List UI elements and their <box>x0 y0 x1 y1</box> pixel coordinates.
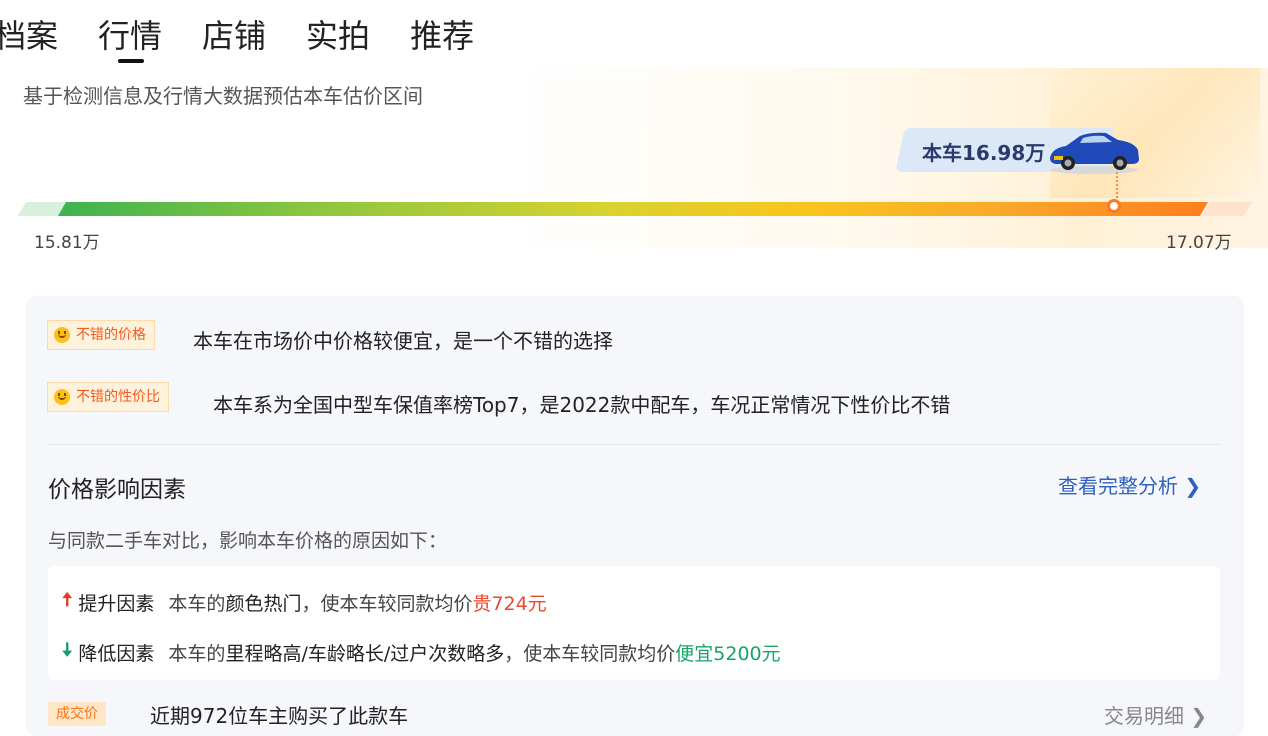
factor-down-name: 降低因素 <box>78 642 155 665</box>
factor-row-up: 🠅 提升因素 本车的 颜色热门 ，使本车较同款均价 贵724元 <box>62 586 547 618</box>
range-min-label: 15.81万 <box>34 233 100 253</box>
good-price-text: 本车在市场价中价格较便宜，是一个不错的选择 <box>193 329 613 353</box>
price-marker-line <box>1116 172 1118 202</box>
tab-photos[interactable]: 实拍 <box>306 14 370 58</box>
transaction-detail-link[interactable]: 交易明细 ❯ <box>1104 700 1207 729</box>
tab-archive[interactable]: 档案 <box>0 14 58 58</box>
current-price-label: 本车16.98万 <box>922 141 1046 165</box>
factor-up-name: 提升因素 <box>78 592 155 615</box>
factor-down-delta: 便宜5200元 <box>675 642 781 665</box>
factor-down-text2: ，使本车较同款均价 <box>504 642 676 665</box>
factor-up-reason: 颜色热门 <box>225 592 302 615</box>
range-bar-right-edge <box>1201 202 1253 216</box>
transaction-row[interactable]: 成交价 近期972位车主购买了此款车 交易明细 ❯ <box>48 700 1220 728</box>
price-factors-description: 与同款二手车对比，影响本车价格的原因如下： <box>48 530 448 552</box>
arrow-up-icon: 🠅 <box>62 589 73 611</box>
good-value-text: 本车系为全国中型车保值率榜Top7，是2022款中配车，车况正常情况下性价比不错 <box>213 393 951 417</box>
price-factors-title: 价格影响因素 <box>48 477 186 503</box>
estimate-subtitle: 基于检测信息及行情大数据预估本车估价区间 <box>23 84 423 108</box>
good-value-tag: 不错的性价比 <box>47 382 169 412</box>
view-full-analysis-link[interactable]: 查看完整分析 ❯ <box>1058 470 1201 499</box>
smile-icon <box>54 327 70 343</box>
good-price-tag-label: 不错的价格 <box>76 327 146 343</box>
factor-row-down: 🠇 降低因素 本车的 里程略高/车龄略长/过户次数略多 ，使本车较同款均价 便宜… <box>62 636 781 668</box>
deal-summary-text: 近期972位车主购买了此款车 <box>150 704 409 728</box>
tab-bar: 档案 行情 店铺 实拍 推荐 <box>0 14 514 63</box>
car-thumbnail-icon <box>1050 132 1139 174</box>
deal-price-tag: 成交价 <box>48 702 106 726</box>
factor-up-text2: ，使本车较同款均价 <box>301 592 473 615</box>
factor-down-text: 本车的 <box>168 642 226 665</box>
price-range-bar <box>57 202 1209 216</box>
arrow-down-icon: 🠇 <box>62 639 73 661</box>
range-max-label: 17.07万 <box>1166 233 1232 253</box>
factor-up-text: 本车的 <box>168 592 226 615</box>
smile-icon <box>54 389 70 405</box>
good-price-tag: 不错的价格 <box>47 320 155 350</box>
good-value-tag-label: 不错的性价比 <box>76 389 160 405</box>
tab-market[interactable]: 行情 <box>98 14 162 63</box>
factor-down-reason: 里程略高/车龄略长/过户次数略多 <box>225 642 505 665</box>
factor-up-delta: 贵724元 <box>472 592 547 615</box>
price-marker-dot <box>1107 199 1121 213</box>
tab-store[interactable]: 店铺 <box>202 14 266 58</box>
divider <box>48 444 1220 445</box>
tab-recommend[interactable]: 推荐 <box>410 14 474 58</box>
